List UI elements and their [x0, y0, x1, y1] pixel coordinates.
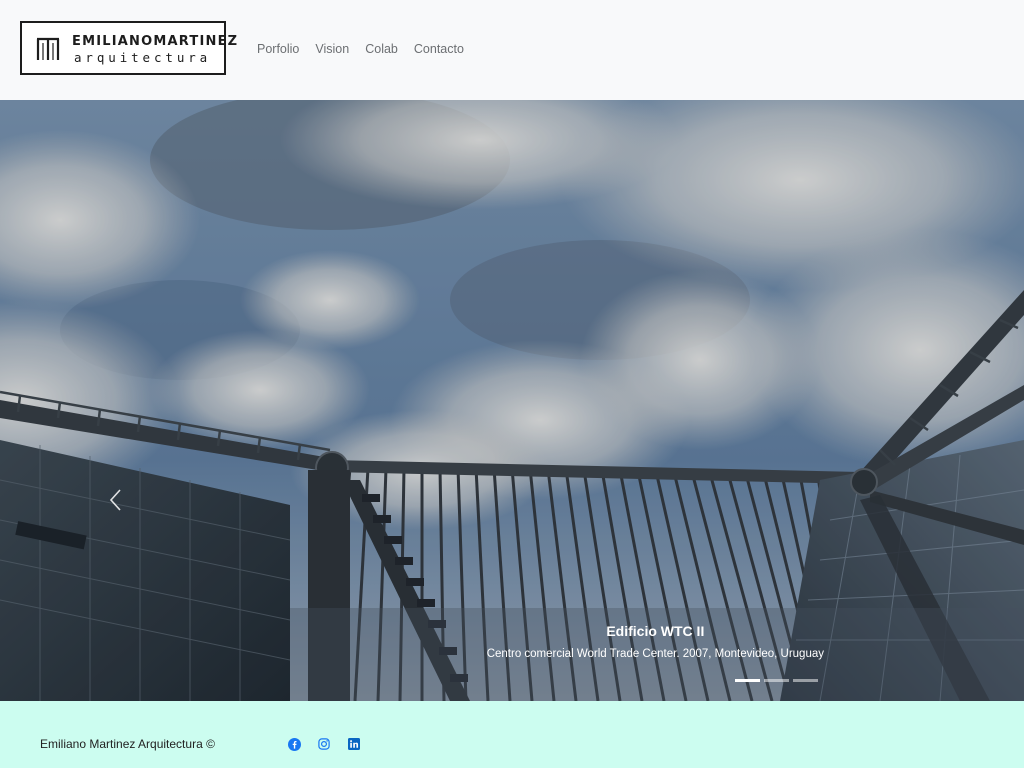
carousel-indicator-2[interactable]: [764, 679, 789, 682]
slide-caption: Edificio WTC II Centro comercial World T…: [487, 621, 824, 661]
hero-carousel: Edificio WTC II Centro comercial World T…: [0, 100, 1024, 701]
chevron-left-icon: [109, 489, 121, 511]
brand-logo[interactable]: EMILIANOMARTINEZ arquitectura: [20, 21, 237, 75]
logo-monogram-icon: [36, 37, 60, 60]
slide-title: Edificio WTC II: [606, 623, 705, 639]
linkedin-link[interactable]: [347, 737, 361, 751]
facebook-link[interactable]: [287, 737, 301, 751]
brand-name: EMILIANOMARTINEZ: [72, 34, 239, 49]
nav-item-contacto[interactable]: Contacto: [414, 40, 464, 58]
footer: Emiliano Martinez Arquitectura ©: [0, 701, 1024, 768]
slide-description: Centro comercial World Trade Center. 200…: [486, 648, 824, 660]
carousel-prev-button[interactable]: [95, 480, 135, 520]
carousel-indicators: [735, 679, 822, 682]
instagram-icon: [318, 738, 330, 750]
footer-copyright: Emiliano Martinez Arquitectura ©: [40, 737, 215, 751]
main-nav: Porfolio Vision Colab Contacto: [257, 40, 480, 58]
carousel-indicator-3[interactable]: [793, 679, 818, 682]
facebook-icon: [287, 737, 301, 751]
nav-item-porfolio[interactable]: Porfolio: [257, 40, 299, 58]
carousel-indicator-1[interactable]: [735, 679, 760, 682]
linkedin-icon: [348, 738, 360, 750]
nav-item-colab[interactable]: Colab: [365, 40, 398, 58]
navbar: EMILIANOMARTINEZ arquitectura Porfolio V…: [0, 0, 1024, 100]
nav-item-vision[interactable]: Vision: [315, 40, 349, 58]
brand-subtitle: arquitectura: [74, 50, 212, 65]
instagram-link[interactable]: [317, 737, 331, 751]
